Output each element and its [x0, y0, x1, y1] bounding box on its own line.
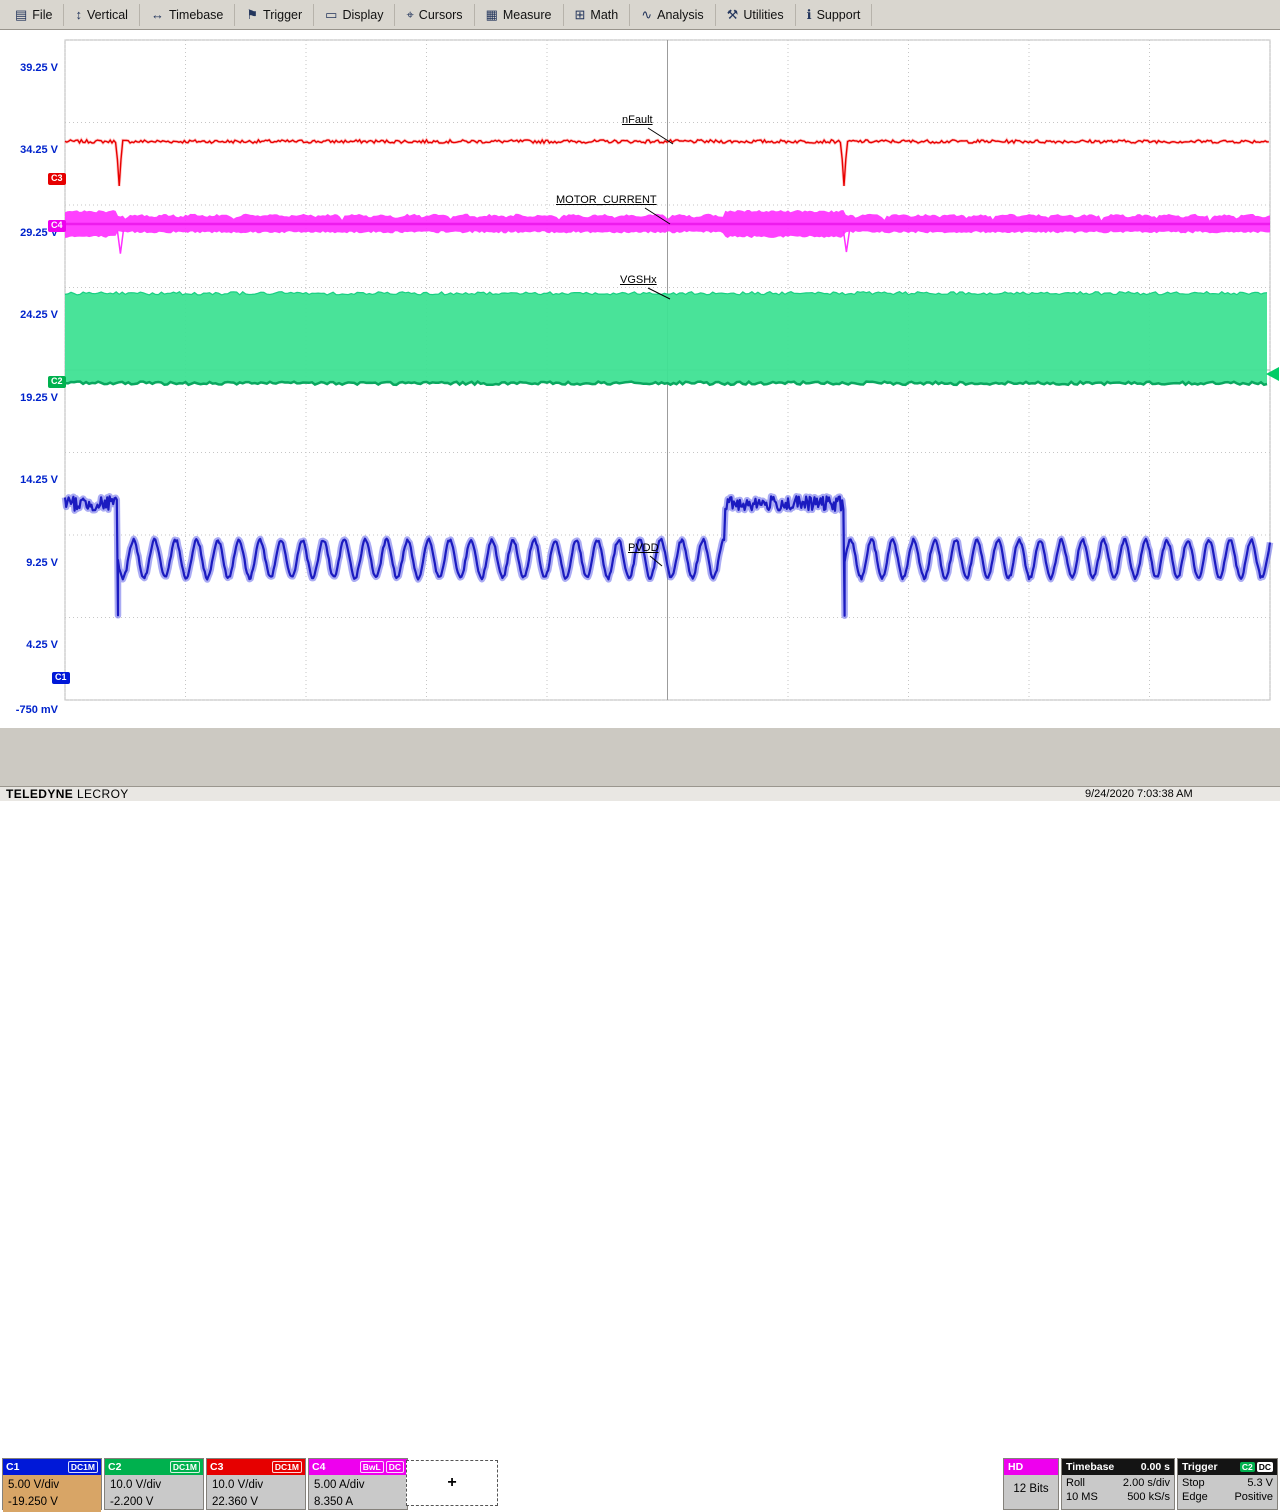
trigger-descriptor[interactable]: Trigger C2DC Stop 5.3 V Edge Positive	[1177, 1458, 1278, 1510]
hd-label: HD	[1004, 1459, 1058, 1475]
vertical-icon: ↕	[75, 8, 82, 21]
menu-item-trigger[interactable]: ⚑ Trigger	[235, 4, 314, 26]
timebase-descriptor[interactable]: Timebase 0.00 s Roll 2.00 s/div 10 MS 50…	[1061, 1458, 1175, 1510]
menu-item-label: Vertical	[87, 8, 128, 22]
channel-id: C4	[312, 1461, 325, 1473]
waveform-svg	[0, 30, 1280, 728]
file-icon: ▤	[15, 8, 27, 21]
plus-icon: +	[447, 1474, 456, 1492]
timebase-title: Timebase	[1066, 1461, 1114, 1473]
trigger-flag-icon: ⚑	[246, 8, 258, 21]
support-info-icon: ℹ	[807, 8, 812, 21]
utilities-icon: ⚒	[727, 8, 739, 21]
menu-item-support[interactable]: ℹ Support	[796, 4, 873, 26]
y-axis-label: 24.25 V	[2, 309, 58, 321]
hd-mode-box[interactable]: HD 12 Bits	[1003, 1458, 1059, 1510]
channel-scale: 5.00 A/div	[314, 1477, 402, 1494]
channel-offset: 8.350 A	[314, 1494, 402, 1511]
channel-descriptor-c1[interactable]: C1 DC1M 5.00 V/div -19.250 V	[2, 1458, 102, 1510]
status-panel: C1 DC1M 5.00 V/div -19.250 V C2 DC1M 10.…	[0, 728, 1280, 786]
menu-bar: ▤ File ↕ Vertical ↔ Timebase ⚑ Trigger ▭ Disp…	[0, 0, 1280, 30]
menu-item-label: File	[32, 8, 52, 22]
trigger-level: 5.3 V	[1247, 1477, 1273, 1489]
timebase-samplerate: 500 kS/s	[1127, 1491, 1170, 1503]
y-axis-label: 34.25 V	[2, 144, 58, 156]
channel-offset-marker-c3[interactable]: C3	[48, 173, 66, 185]
menu-item-label: Trigger	[263, 8, 302, 22]
trace-label-nfault[interactable]: nFault	[622, 114, 653, 126]
menu-item-measure[interactable]: ▦ Measure	[475, 4, 564, 26]
menu-item-display[interactable]: ▭ Display	[314, 4, 395, 26]
coupling-badge: DC1M	[170, 1461, 200, 1473]
bandwidth-limit-badge: BwL	[360, 1461, 384, 1473]
menu-item-timebase[interactable]: ↔ Timebase	[140, 4, 235, 26]
y-axis-label: 19.25 V	[2, 392, 58, 404]
trigger-level-arrow[interactable]	[1266, 367, 1279, 381]
channel-id: C1	[6, 1461, 19, 1473]
trigger-title: Trigger	[1182, 1461, 1218, 1473]
menu-item-cursors[interactable]: ⌖ Cursors	[395, 4, 474, 26]
menu-item-label: Analysis	[657, 8, 704, 22]
trigger-coupling-badge: DC	[1257, 1462, 1273, 1472]
coupling-badge: DC1M	[68, 1461, 98, 1473]
y-axis-label: 14.25 V	[2, 474, 58, 486]
menu-item-label: Cursors	[419, 8, 463, 22]
menu-item-file[interactable]: ▤ File	[4, 4, 64, 26]
coupling-badge: DC	[386, 1461, 404, 1473]
trace-label-pvdd[interactable]: PVDD	[628, 542, 659, 554]
coupling-badge: DC1M	[272, 1461, 302, 1473]
footer-bar: TELEDYNE LECROY 9/24/2020 7:03:38 AM	[0, 786, 1280, 801]
channel-offset: 22.360 V	[212, 1494, 300, 1511]
math-icon: ⊞	[575, 8, 586, 21]
menu-item-label: Utilities	[743, 8, 783, 22]
menu-item-label: Measure	[503, 8, 552, 22]
channel-scale: 5.00 V/div	[8, 1477, 96, 1494]
menu-item-label: Math	[590, 8, 618, 22]
trigger-state: Stop	[1182, 1477, 1205, 1489]
channel-descriptor-c3[interactable]: C3 DC1M 10.0 V/div 22.360 V	[206, 1458, 306, 1510]
menu-item-analysis[interactable]: ∿ Analysis	[630, 4, 715, 26]
measure-icon: ▦	[486, 8, 498, 21]
y-axis-label: 4.25 V	[2, 639, 58, 651]
menu-item-vertical[interactable]: ↕ Vertical	[64, 4, 140, 26]
channel-id: C2	[108, 1461, 121, 1473]
menu-item-math[interactable]: ⊞ Math	[564, 4, 631, 26]
brand-logo: TELEDYNE LECROY	[6, 787, 129, 801]
timebase-position: 0.00 s	[1141, 1461, 1170, 1473]
cursors-icon: ⌖	[406, 8, 413, 21]
menu-item-label: Support	[817, 8, 861, 22]
analysis-icon: ∿	[641, 8, 652, 21]
hd-bits: 12 Bits	[1004, 1475, 1058, 1495]
menu-item-label: Display	[342, 8, 383, 22]
datetime-display: 9/24/2020 7:03:38 AM	[1085, 788, 1193, 800]
trace-label-motor-current[interactable]: MOTOR_CURRENT	[556, 194, 657, 206]
menu-item-utilities[interactable]: ⚒ Utilities	[716, 4, 796, 26]
channel-descriptor-c2[interactable]: C2 DC1M 10.0 V/div -2.200 V	[104, 1458, 204, 1510]
timebase-icon: ↔	[151, 8, 164, 21]
channel-descriptor-c4[interactable]: C4 BwLDC 5.00 A/div 8.350 A	[308, 1458, 408, 1510]
timebase-mode: Roll	[1066, 1477, 1085, 1489]
trace-label-vgshx[interactable]: VGSHx	[620, 274, 657, 286]
dashed-placeholder-box[interactable]: +	[406, 1460, 498, 1506]
channel-scale: 10.0 V/div	[110, 1477, 198, 1494]
trigger-slope: Positive	[1234, 1491, 1273, 1503]
channel-offset-marker-c1[interactable]: C1	[52, 672, 70, 684]
trigger-source-badge: C2	[1240, 1462, 1255, 1472]
channel-scale: 10.0 V/div	[212, 1477, 300, 1494]
display-icon: ▭	[325, 8, 337, 21]
trigger-type: Edge	[1182, 1491, 1208, 1503]
waveform-display[interactable]: 39.25 V 34.25 V 29.25 V 24.25 V 19.25 V …	[0, 30, 1280, 728]
y-axis-label: 9.25 V	[2, 557, 58, 569]
channel-offset: -2.200 V	[110, 1494, 198, 1511]
y-axis-label: 39.25 V	[2, 62, 58, 74]
channel-id: C3	[210, 1461, 223, 1473]
y-axis-label: -750 mV	[2, 704, 58, 716]
channel-offset-marker-c2[interactable]: C2	[48, 376, 66, 388]
channel-offset: -19.250 V	[8, 1494, 96, 1511]
menu-item-label: Timebase	[169, 8, 223, 22]
channel-offset-marker-c4[interactable]: C4	[48, 220, 66, 232]
timebase-memory: 10 MS	[1066, 1491, 1098, 1503]
timebase-scale: 2.00 s/div	[1123, 1477, 1170, 1489]
